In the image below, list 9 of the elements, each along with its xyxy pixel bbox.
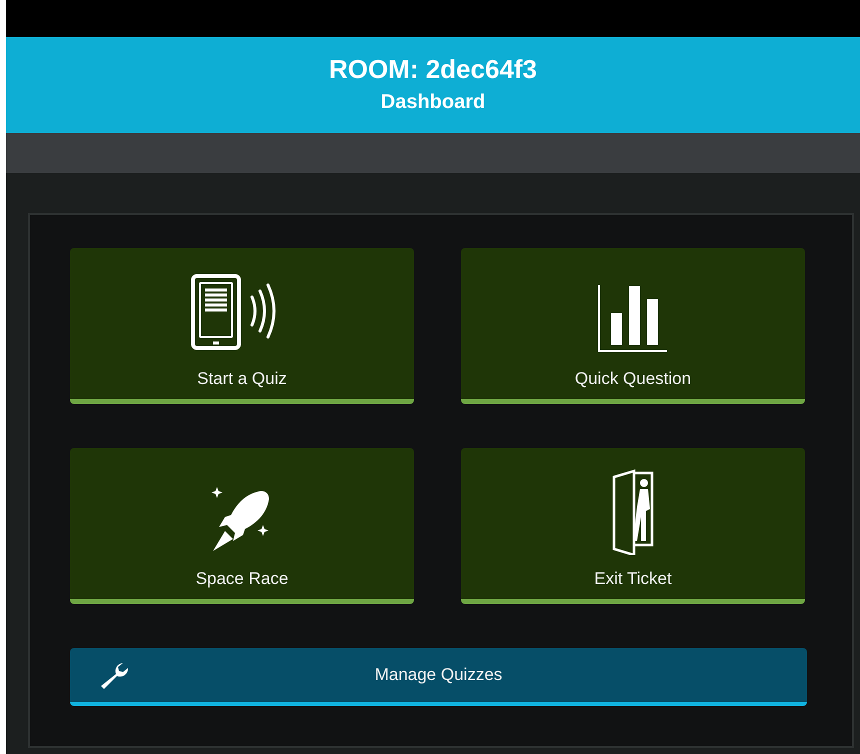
dashboard-tile[interactable]: Start a Quiz [70, 248, 414, 404]
page-subtitle: Dashboard [380, 91, 486, 114]
dashboard-tile[interactable]: Space Race [70, 448, 414, 604]
manage-quizzes-button[interactable]: Manage Quizzes [70, 648, 807, 706]
bar-chart-icon [597, 283, 669, 355]
dashboard-tile[interactable]: Exit Ticket [461, 448, 805, 604]
dashboard-tile[interactable]: Quick Question [461, 248, 805, 404]
exit-door-icon [610, 469, 656, 555]
room-title: ROOM: 2dec64f3 [328, 54, 538, 85]
